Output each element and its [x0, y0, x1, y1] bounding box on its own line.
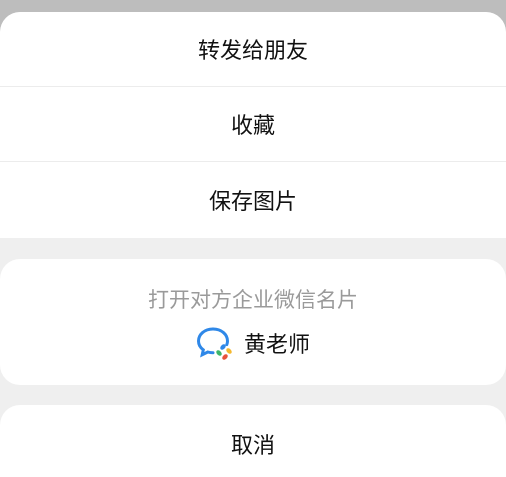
save-image-label: 保存图片: [208, 190, 297, 215]
forward-to-friend-label: 转发给朋友: [197, 39, 308, 64]
screen: 转发给朋友 收藏 保存图片 打开对方企业微信名片 黄老师 取消: [0, 0, 506, 477]
cancel-label: 取消: [230, 434, 275, 459]
contact-row: 黄老师: [196, 326, 310, 360]
divider: [0, 238, 506, 259]
cancel-button[interactable]: 取消: [0, 405, 506, 477]
contact-name: 黄老师: [243, 333, 310, 358]
save-image-item[interactable]: 保存图片: [0, 162, 506, 238]
favorite-label: 收藏: [230, 114, 275, 139]
forward-to-friend-item[interactable]: 转发给朋友: [0, 12, 506, 87]
wecom-card-title: 打开对方企业微信名片: [148, 288, 358, 312]
wecom-chat-icon: [196, 327, 232, 360]
wecom-card-option[interactable]: 打开对方企业微信名片 黄老师: [0, 259, 506, 385]
action-menu: 转发给朋友 收藏 保存图片: [0, 12, 506, 238]
divider: [0, 385, 506, 405]
favorite-item[interactable]: 收藏: [0, 87, 506, 162]
action-sheet: 转发给朋友 收藏 保存图片 打开对方企业微信名片 黄老师 取消: [0, 12, 506, 477]
